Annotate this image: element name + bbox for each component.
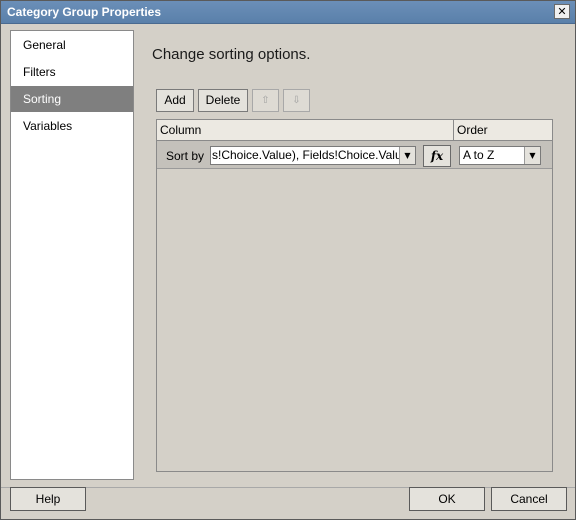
sidebar-item-variables[interactable]: Variables [11, 113, 133, 139]
expression-button[interactable]: fx [423, 145, 451, 167]
arrow-down-icon: ⇩ [292, 95, 301, 106]
sort-order-select[interactable]: A to Z ▼ [459, 146, 541, 165]
properties-dialog: Category Group Properties ✕ General Filt… [0, 0, 576, 520]
footer-divider [1, 487, 575, 488]
sidebar-item-label: Variables [23, 119, 73, 133]
add-button[interactable]: Add [156, 89, 194, 112]
ok-button[interactable]: OK [409, 487, 485, 511]
help-button[interactable]: Help [10, 487, 86, 511]
sidebar-item-sorting[interactable]: Sorting [11, 86, 133, 112]
title-bar[interactable]: Category Group Properties ✕ [1, 1, 575, 24]
sort-expression-value: s!Choice.Value), Fields!Choice.Value) [212, 148, 413, 162]
sort-expression-combo[interactable]: s!Choice.Value), Fields!Choice.Value) ▼ [210, 146, 416, 165]
sidebar-item-label: Filters [23, 65, 56, 79]
column-header: Column [157, 120, 454, 141]
chevron-down-icon[interactable]: ▼ [524, 147, 540, 164]
window-title: Category Group Properties [7, 5, 162, 19]
order-header: Order [454, 120, 552, 141]
chevron-down-icon[interactable]: ▼ [399, 147, 415, 164]
function-icon: fx [430, 149, 444, 163]
sidebar-item-filters[interactable]: Filters [11, 59, 133, 85]
sidebar-nav: General Filters Sorting Variables [10, 30, 134, 480]
move-up-button[interactable]: ⇧ [252, 89, 279, 112]
arrow-up-icon: ⇧ [261, 95, 270, 106]
table-row[interactable]: Sort by s!Choice.Value), Fields!Choice.V… [157, 141, 552, 169]
sidebar-item-general[interactable]: General [11, 32, 133, 58]
delete-button[interactable]: Delete [198, 89, 248, 112]
cancel-button[interactable]: Cancel [491, 487, 567, 511]
sidebar-item-label: Sorting [23, 92, 62, 106]
close-button[interactable]: ✕ [554, 4, 570, 19]
close-icon: ✕ [557, 5, 567, 18]
sort-by-label: Sort by [166, 149, 205, 163]
sort-grid: Column Order Sort by s!Choice.Value), Fi… [156, 119, 553, 472]
page-heading: Change sorting options. [152, 46, 311, 63]
sidebar-item-label: General [23, 38, 66, 52]
sort-order-value: A to Z [463, 148, 495, 162]
move-down-button[interactable]: ⇩ [283, 89, 310, 112]
